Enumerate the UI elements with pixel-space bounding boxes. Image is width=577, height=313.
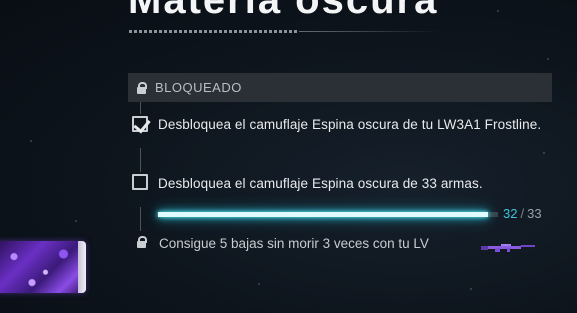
task-checkbox-completed[interactable] <box>132 115 151 134</box>
checkmark-icon <box>133 115 151 134</box>
title-underline-fade <box>299 31 439 32</box>
locked-task-text: Consigue 5 bajas sin morir 3 veces con t… <box>159 236 429 251</box>
lock-icon <box>137 236 147 248</box>
connector-line <box>140 207 141 231</box>
title-underline <box>129 30 299 33</box>
page-title: Materia oscura <box>128 0 439 22</box>
task-checkbox[interactable] <box>132 174 148 190</box>
task-text: Desbloquea el camuflaje Espina oscura de… <box>158 176 483 191</box>
task-text: Desbloquea el camuflaje Espina oscura de… <box>158 117 542 132</box>
progress-current: 32 <box>503 206 518 221</box>
progress-total: 33 <box>527 206 542 221</box>
progress-count: 32/33 <box>503 206 542 221</box>
lock-icon <box>137 81 147 94</box>
weapon-icon <box>481 244 535 252</box>
progress-bar <box>158 212 498 217</box>
status-label: BLOQUEADO <box>155 80 242 95</box>
progress-separator: / <box>520 206 525 221</box>
connector-line <box>140 102 141 114</box>
camo-preview-thumbnail[interactable] <box>0 241 86 293</box>
connector-line <box>140 148 141 172</box>
status-bar: BLOQUEADO <box>128 73 552 102</box>
progress-bar-fill <box>158 212 488 217</box>
